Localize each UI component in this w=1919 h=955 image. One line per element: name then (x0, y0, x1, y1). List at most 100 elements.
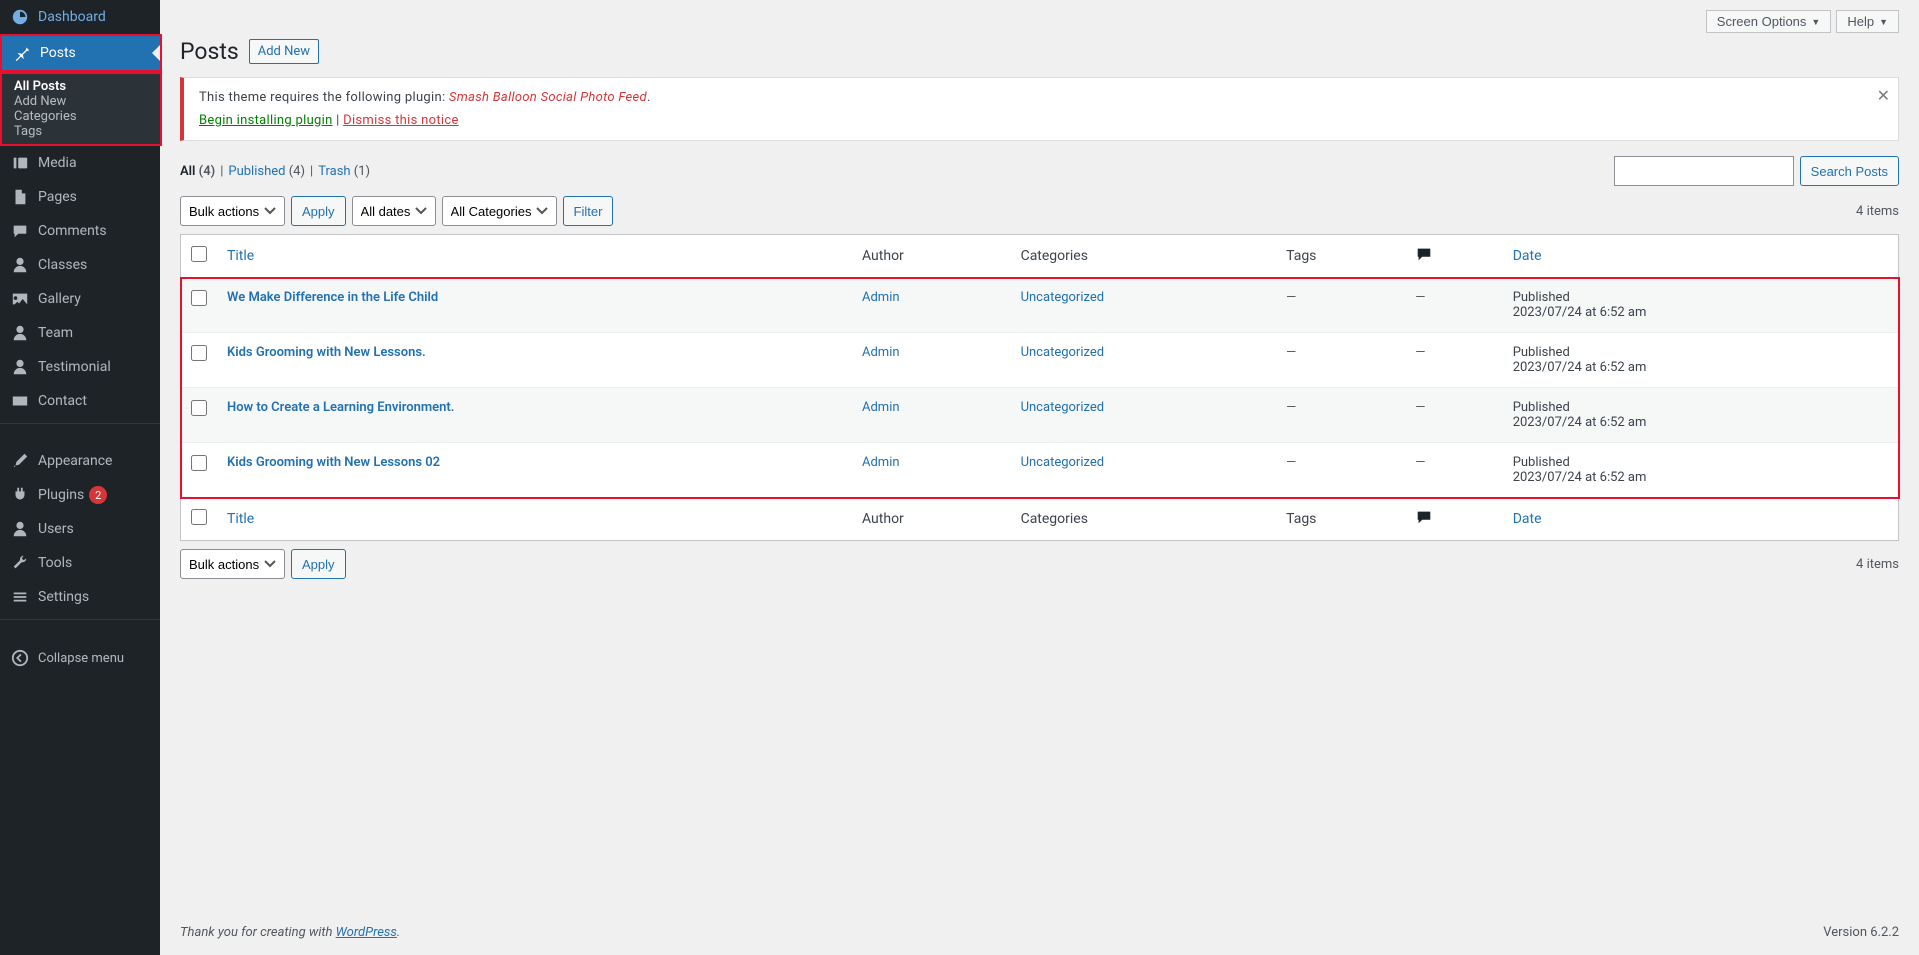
search-posts-input[interactable] (1614, 156, 1794, 186)
category-link[interactable]: Uncategorized (1021, 400, 1104, 415)
status-text: Published (1513, 455, 1888, 470)
table-row: Kids Grooming with New Lessons. Admin Un… (181, 333, 1899, 388)
collapse-icon (10, 648, 30, 668)
bulk-apply-button[interactable]: Apply (291, 196, 346, 226)
tags-cell: — (1276, 278, 1405, 333)
col-date[interactable]: Date (1503, 235, 1899, 278)
post-title-link[interactable]: Kids Grooming with New Lessons. (227, 345, 426, 360)
row-checkbox[interactable] (191, 290, 207, 306)
brush-icon (10, 451, 30, 471)
bulk-apply-button-bottom[interactable]: Apply (291, 549, 346, 579)
comments-cell: — (1405, 278, 1503, 333)
chevron-down-icon: ▼ (1811, 17, 1820, 27)
bulk-actions-select[interactable]: Bulk actions (180, 196, 285, 226)
comments-cell: — (1405, 388, 1503, 443)
sidebar-item-settings[interactable]: Settings (0, 580, 160, 614)
category-link[interactable]: Uncategorized (1021, 345, 1104, 360)
dashboard-icon (10, 7, 30, 27)
row-checkbox[interactable] (191, 455, 207, 471)
screen-options-button[interactable]: Screen Options ▼ (1706, 10, 1832, 33)
sidebar-item-comments[interactable]: Comments (0, 214, 160, 248)
plugin-notice: ✕ This theme requires the following plug… (180, 77, 1899, 141)
post-title-link[interactable]: Kids Grooming with New Lessons 02 (227, 455, 440, 470)
bulk-actions-select-bottom[interactable]: Bulk actions (180, 549, 285, 579)
user-icon (10, 519, 30, 539)
posts-submenu: All Posts Add New Categories Tags (2, 74, 160, 144)
author-link[interactable]: Admin (862, 345, 900, 360)
select-all-checkbox-bottom[interactable] (191, 509, 207, 525)
pages-icon (10, 187, 30, 207)
sidebar-item-media[interactable]: Media (0, 146, 160, 180)
sidebar-item-posts[interactable]: Posts (0, 34, 162, 72)
sidebar-item-gallery[interactable]: Gallery (0, 282, 160, 316)
col-comments-icon[interactable] (1405, 235, 1503, 278)
row-checkbox[interactable] (191, 345, 207, 361)
post-title-link[interactable]: We Make Difference in the Life Child (227, 290, 438, 305)
wordpress-link[interactable]: WordPress (336, 925, 397, 940)
sidebar-item-tools[interactable]: Tools (0, 546, 160, 580)
col-categories: Categories (1011, 235, 1277, 278)
media-icon (10, 153, 30, 173)
sidebar-item-appearance[interactable]: Appearance (0, 444, 160, 478)
plugin-name-link[interactable]: Smash Balloon Social Photo Feed (449, 90, 647, 105)
add-new-button[interactable]: Add New (249, 39, 319, 64)
col-title[interactable]: Title (217, 235, 852, 278)
sidebar-item-users[interactable]: Users (0, 512, 160, 546)
date-filter-select[interactable]: All dates (352, 196, 436, 226)
sidebar-item-dashboard[interactable]: Dashboard (0, 0, 160, 34)
filter-published[interactable]: Published (4) (228, 164, 305, 179)
filter-trash[interactable]: Trash (1) (318, 164, 370, 179)
select-all-checkbox[interactable] (191, 246, 207, 262)
comments-icon (10, 221, 30, 241)
date-text: 2023/07/24 at 6:52 am (1513, 415, 1888, 430)
sidebar-item-team[interactable]: Team (0, 316, 160, 350)
tags-cell: — (1276, 443, 1405, 498)
dismiss-notice-icon[interactable]: ✕ (1877, 86, 1890, 106)
row-checkbox[interactable] (191, 400, 207, 416)
status-text: Published (1513, 290, 1888, 305)
plugins-badge: 2 (89, 486, 107, 504)
status-text: Published (1513, 345, 1888, 360)
sidebar-item-classes[interactable]: Classes (0, 248, 160, 282)
table-row: We Make Difference in the Life Child Adm… (181, 278, 1899, 333)
gallery-icon (10, 289, 30, 309)
category-link[interactable]: Uncategorized (1021, 290, 1104, 305)
table-row: How to Create a Learning Environment. Ad… (181, 388, 1899, 443)
collapse-menu[interactable]: Collapse menu (0, 640, 160, 676)
status-filter: All (4) |Published (4) |Trash (1) (180, 164, 370, 179)
search-posts-button[interactable]: Search Posts (1800, 156, 1899, 186)
date-text: 2023/07/24 at 6:52 am (1513, 470, 1888, 485)
posts-table: Title Author Categories Tags Date We Mak… (180, 234, 1899, 541)
comments-cell: — (1405, 333, 1503, 388)
status-text: Published (1513, 400, 1888, 415)
mail-icon (10, 391, 30, 411)
sidebar-item-pages[interactable]: Pages (0, 180, 160, 214)
item-count-bottom: 4 items (1856, 557, 1899, 572)
filter-all[interactable]: All (4) (180, 164, 215, 179)
tags-cell: — (1276, 388, 1405, 443)
install-plugin-link[interactable]: Begin installing plugin (199, 113, 333, 128)
dismiss-notice-link[interactable]: Dismiss this notice (343, 113, 459, 128)
filter-button[interactable]: Filter (563, 196, 614, 226)
user-icon (10, 255, 30, 275)
tags-cell: — (1276, 333, 1405, 388)
sidebar-label: Dashboard (38, 9, 106, 25)
sidebar-item-contact[interactable]: Contact (0, 384, 160, 418)
page-title: Posts (180, 38, 239, 65)
post-title-link[interactable]: How to Create a Learning Environment. (227, 400, 454, 415)
col-tags: Tags (1276, 235, 1405, 278)
plugin-icon (10, 485, 30, 505)
category-filter-select[interactable]: All Categories (442, 196, 557, 226)
col-author: Author (852, 235, 1011, 278)
help-button[interactable]: Help ▼ (1836, 10, 1899, 33)
sidebar-item-testimonial[interactable]: Testimonial (0, 350, 160, 384)
category-link[interactable]: Uncategorized (1021, 455, 1104, 470)
author-link[interactable]: Admin (862, 455, 900, 470)
sidebar-item-plugins[interactable]: Plugins2 (0, 478, 160, 512)
date-text: 2023/07/24 at 6:52 am (1513, 305, 1888, 320)
wrench-icon (10, 553, 30, 573)
author-link[interactable]: Admin (862, 400, 900, 415)
pin-icon (12, 43, 32, 63)
settings-icon (10, 587, 30, 607)
author-link[interactable]: Admin (862, 290, 900, 305)
